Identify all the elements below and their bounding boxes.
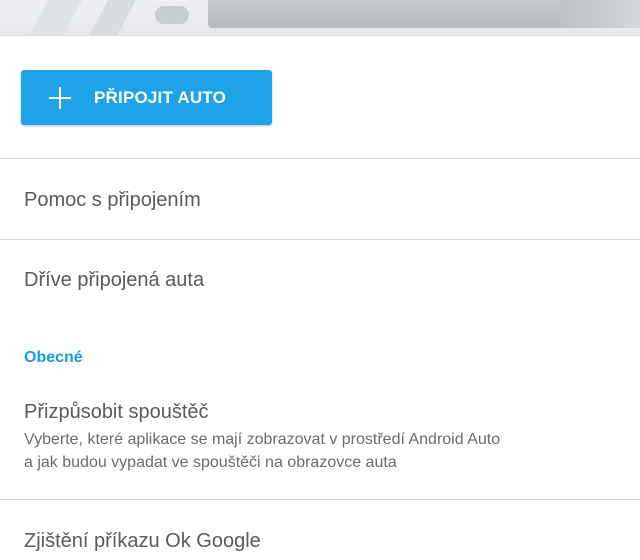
connect-car-button[interactable]: PŘIPOJIT AUTO	[21, 70, 272, 125]
customize-launcher-subtitle-line1: Vyberte, které aplikace se mají zobrazov…	[24, 431, 501, 448]
section-header-general: Obecné	[24, 349, 83, 366]
previously-connected-cars-item[interactable]: Dříve připojená auta	[24, 269, 204, 292]
customize-launcher-title[interactable]: Přizpůsobit spouštěč	[24, 401, 209, 424]
divider	[0, 499, 640, 500]
connection-help-item[interactable]: Pomoc s připojením	[24, 189, 201, 212]
header-decoration-stripe	[89, 0, 139, 35]
header-decoration-stripe	[29, 0, 85, 35]
header-decoration-pill	[155, 6, 189, 24]
connect-car-label: PŘIPOJIT AUTO	[94, 87, 227, 107]
customize-launcher-subtitle-line2: a jak budou vypadat ve spouštěči na obra…	[24, 454, 397, 471]
ok-google-detection-item[interactable]: Zjištění příkazu Ok Google	[24, 530, 261, 553]
header-car-panel-right	[560, 0, 640, 28]
plus-icon	[49, 86, 71, 109]
header-car-image	[0, 0, 640, 36]
divider	[0, 239, 640, 240]
divider	[0, 158, 640, 159]
